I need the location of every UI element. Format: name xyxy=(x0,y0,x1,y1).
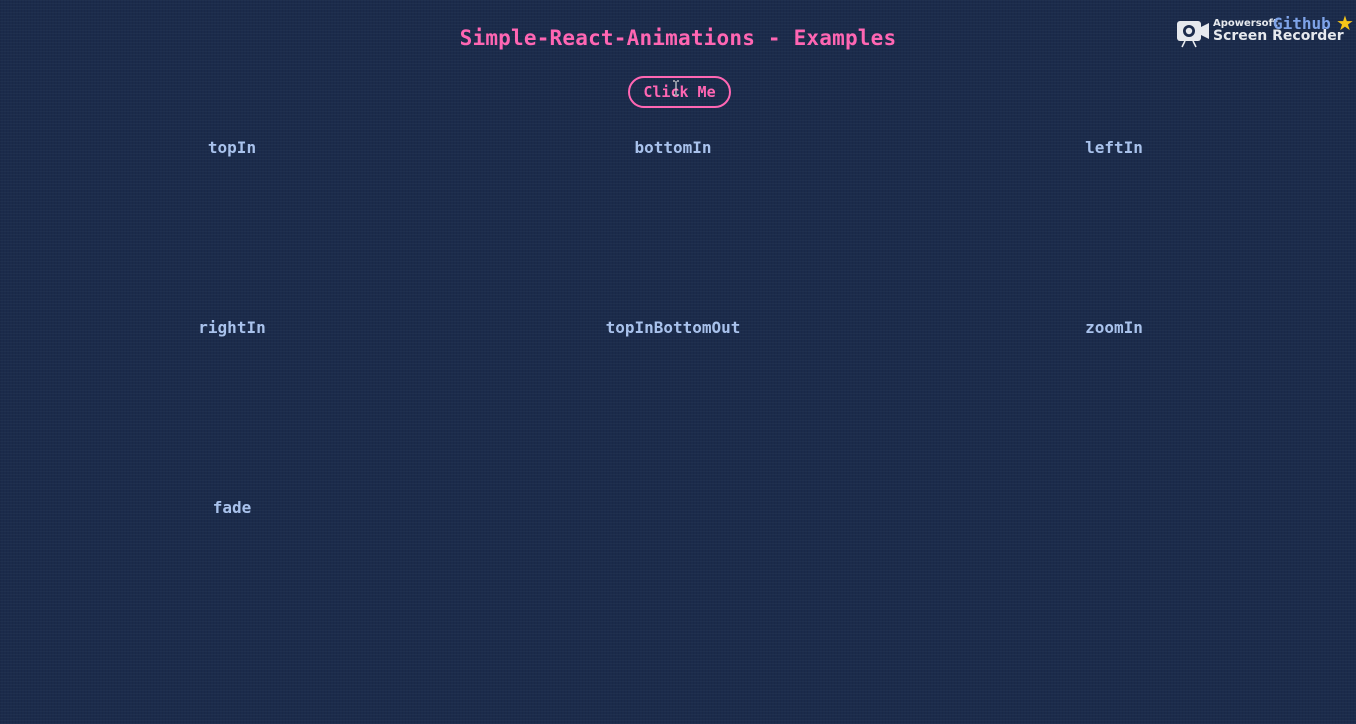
example-label-leftin: leftIn xyxy=(1085,138,1143,157)
github-link[interactable]: Github xyxy=(1273,14,1331,34)
example-label-bottomin: bottomIn xyxy=(634,138,712,157)
example-label-rightin: rightIn xyxy=(198,318,266,337)
star-icon: ★ xyxy=(1336,11,1354,35)
camera-icon xyxy=(1177,21,1209,48)
example-label-fade: fade xyxy=(212,498,252,517)
text-cursor-icon xyxy=(673,80,679,96)
example-label-zoomin: zoomIn xyxy=(1085,318,1143,337)
example-label-topin: topIn xyxy=(207,138,257,157)
page-title: Simple-React-Animations - Examples xyxy=(459,26,897,50)
example-label-topinbottomout: topInBottomOut xyxy=(605,318,741,337)
